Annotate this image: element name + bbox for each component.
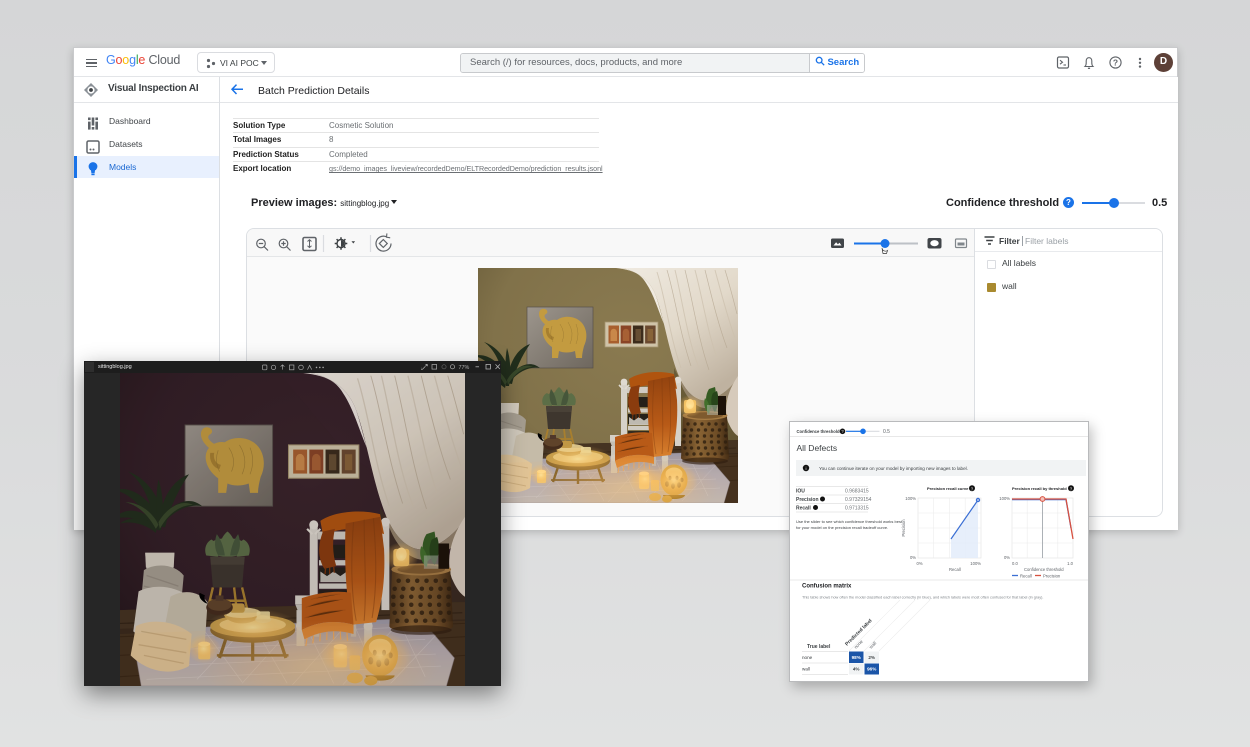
svg-text:0.5: 0.5	[883, 429, 890, 435]
svg-text:4%: 4%	[853, 667, 860, 672]
svg-text:Confidence threshold: Confidence threshold	[1024, 567, 1064, 572]
svg-text:Precision recall curve: Precision recall curve	[927, 486, 969, 491]
svg-text:Precision: Precision	[1043, 574, 1061, 579]
svg-text:Precision: Precision	[796, 497, 819, 503]
svg-text:0%: 0%	[910, 555, 916, 560]
svg-text:wall: wall	[802, 667, 810, 672]
svg-text:77%: 77%	[459, 365, 470, 371]
svg-text:Confidence threshold: Confidence threshold	[797, 429, 840, 434]
svg-text:You can continue iterate on yo: You can continue iterate on your model b…	[819, 466, 968, 471]
svg-text:wall: wall	[868, 641, 877, 650]
svg-text:?: ?	[1113, 58, 1118, 68]
svg-text:All Defects: All Defects	[797, 443, 838, 453]
svg-text:100%: 100%	[999, 496, 1010, 501]
svg-text:none: none	[802, 655, 813, 660]
svg-text:0.97329154: 0.97329154	[845, 497, 872, 503]
svg-text:i: i	[805, 466, 806, 471]
svg-text:for your model on the precisio: for your model on the precision recall t…	[796, 525, 888, 530]
svg-text:96%: 96%	[867, 667, 876, 672]
svg-text:0.9713315: 0.9713315	[845, 506, 869, 512]
svg-text:Recall: Recall	[1020, 574, 1032, 579]
svg-text:0.9683415: 0.9683415	[845, 489, 869, 495]
svg-text:0.0: 0.0	[1012, 561, 1018, 566]
svg-text:Recall: Recall	[796, 506, 811, 512]
svg-text:2%: 2%	[868, 655, 875, 660]
svg-text:Confusion matrix: Confusion matrix	[802, 584, 852, 590]
svg-text:Precision recall by threshold: Precision recall by threshold	[1012, 486, 1067, 491]
svg-text:Use the slider to see which co: Use the slider to see which confidence t…	[796, 519, 903, 524]
svg-text:This table shows how often the: This table shows how often the model cla…	[802, 596, 1043, 600]
svg-text:Recall: Recall	[949, 567, 961, 572]
svg-text:Precision: Precision	[901, 519, 906, 537]
svg-text:1.0: 1.0	[1067, 561, 1073, 566]
svg-text:98%: 98%	[852, 655, 861, 660]
svg-text:0%: 0%	[1004, 555, 1010, 560]
svg-text:100%: 100%	[970, 561, 981, 566]
svg-text:0%: 0%	[917, 561, 923, 566]
svg-text:IOU: IOU	[796, 489, 805, 495]
svg-text:100%: 100%	[905, 496, 916, 501]
svg-text:True label: True label	[807, 644, 831, 650]
